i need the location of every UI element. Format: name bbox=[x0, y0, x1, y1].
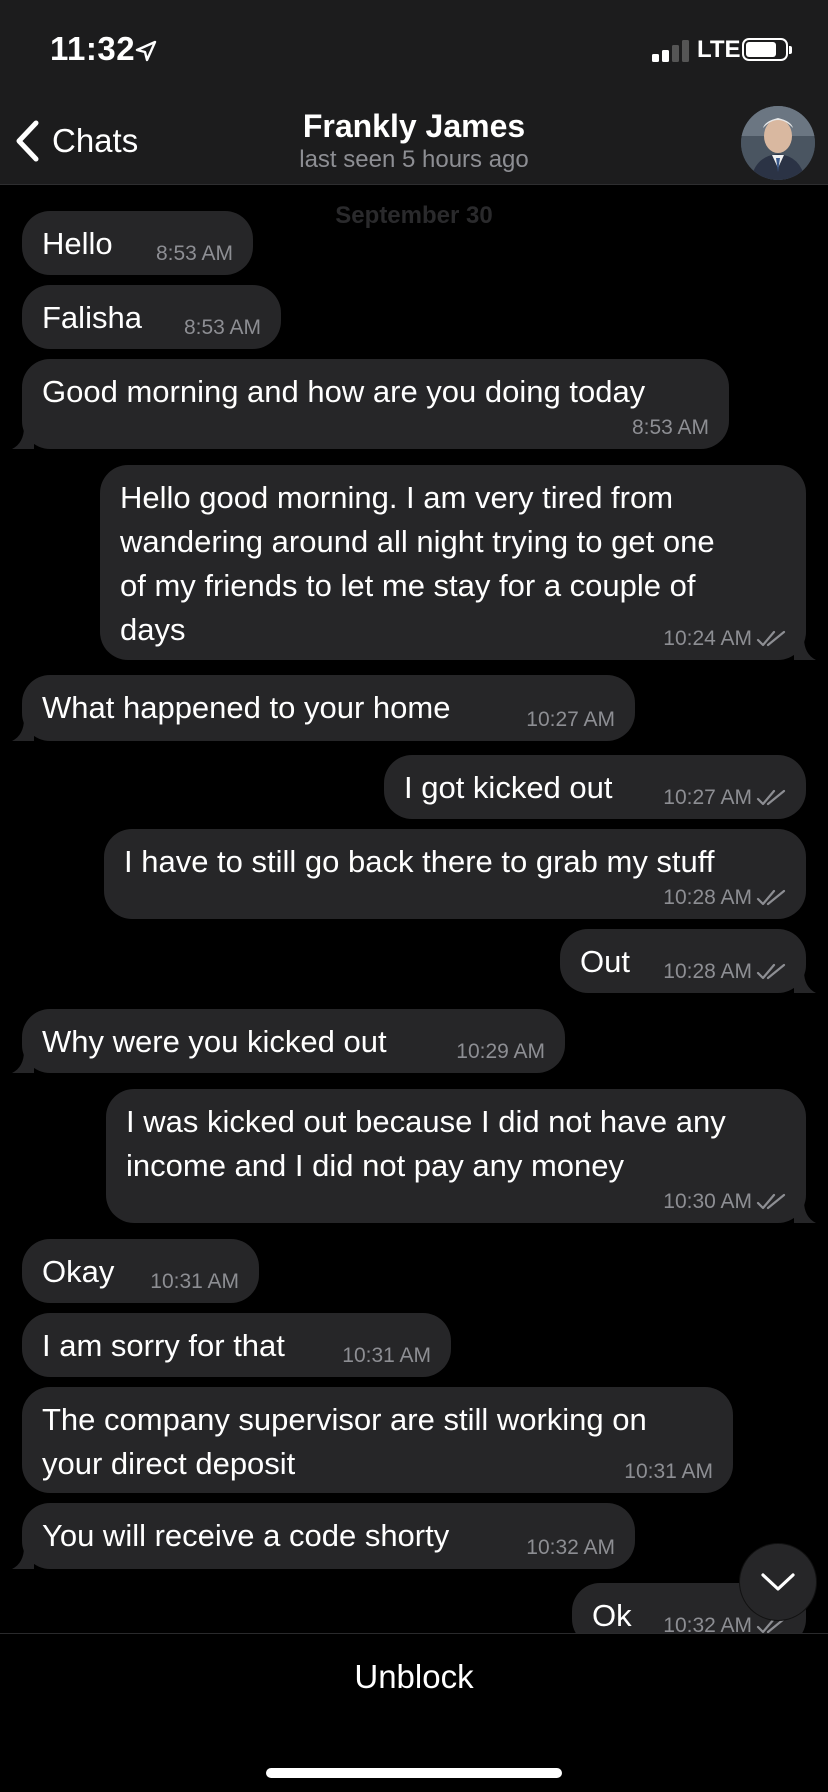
message-incoming[interactable]: What happened to your home 10:27 AM bbox=[12, 675, 635, 741]
message-time: 8:53 AM bbox=[155, 242, 233, 265]
message-incoming[interactable]: You will receive a code shorty 10:32 AM bbox=[12, 1503, 635, 1569]
message-outgoing[interactable]: I have to still go back there to grab my… bbox=[104, 829, 806, 919]
message-outgoing[interactable]: I was kicked out because I did not have … bbox=[106, 1089, 816, 1223]
message-time: 10:32 AM bbox=[526, 1536, 615, 1559]
read-checkmarks-icon bbox=[756, 630, 786, 647]
read-checkmarks-icon bbox=[756, 963, 786, 980]
status-bar: 11:32 LTE bbox=[0, 0, 828, 100]
message-time: 10:24 AM bbox=[663, 627, 752, 650]
bubble-tail bbox=[12, 427, 34, 449]
avatar[interactable] bbox=[741, 106, 815, 180]
message-text-line: The company supervisor are still working… bbox=[42, 1402, 647, 1437]
message-time: 8:53 AM bbox=[183, 316, 261, 339]
message-text: What happened to your home bbox=[42, 690, 451, 725]
message-text: Falisha bbox=[42, 300, 142, 335]
message-incoming[interactable]: Okay 10:31 AM bbox=[22, 1239, 259, 1303]
bubble-tail bbox=[794, 971, 816, 993]
message-text: Why were you kicked out bbox=[42, 1024, 387, 1059]
message-text-line: days bbox=[120, 612, 186, 647]
message-incoming[interactable]: Hello 8:53 AM bbox=[22, 211, 253, 275]
message-text-line: your direct deposit bbox=[42, 1446, 296, 1481]
message-text-line: of my friends to let me stay for a coupl… bbox=[120, 568, 696, 603]
network-label: LTE bbox=[697, 36, 741, 63]
unblock-button[interactable]: Unblock bbox=[0, 1658, 828, 1696]
message-time: 10:28 AM bbox=[663, 886, 752, 909]
message-text: Okay bbox=[42, 1254, 115, 1289]
bubble-tail bbox=[12, 719, 34, 741]
scroll-to-bottom-button[interactable] bbox=[740, 1544, 816, 1620]
message-incoming[interactable]: I am sorry for that 10:31 AM bbox=[22, 1313, 451, 1377]
message-time: 10:31 AM bbox=[342, 1344, 431, 1367]
last-seen-status: last seen 5 hours ago bbox=[299, 146, 529, 173]
message-text-line: I was kicked out because I did not have … bbox=[126, 1104, 726, 1139]
chat-screen: 11:32 LTE Chats Frankly James last seen … bbox=[0, 0, 828, 1792]
message-outgoing[interactable]: Out 10:28 AM bbox=[560, 929, 816, 993]
chevron-down-icon bbox=[761, 1573, 795, 1591]
read-checkmarks-icon bbox=[756, 1193, 786, 1210]
message-text: Good morning and how are you doing today bbox=[42, 374, 646, 409]
message-time: 10:31 AM bbox=[624, 1460, 713, 1483]
message-text: I am sorry for that bbox=[42, 1328, 285, 1363]
location-arrow-icon bbox=[135, 40, 157, 62]
message-time: 8:53 AM bbox=[631, 416, 709, 439]
message-time: 10:28 AM bbox=[663, 960, 752, 983]
message-time: 10:30 AM bbox=[663, 1190, 752, 1213]
home-indicator[interactable] bbox=[266, 1768, 562, 1778]
message-incoming[interactable]: Why were you kicked out 10:29 AM bbox=[12, 1009, 565, 1073]
message-outgoing[interactable]: Hello good morning. I am very tired from… bbox=[100, 465, 816, 660]
read-checkmarks-icon bbox=[756, 889, 786, 906]
message-incoming[interactable]: Falisha 8:53 AM bbox=[22, 285, 281, 349]
message-time: 10:29 AM bbox=[456, 1040, 545, 1063]
status-time: 11:32 bbox=[50, 30, 136, 67]
bubble-tail bbox=[794, 638, 816, 660]
bubble-tail bbox=[12, 1547, 34, 1569]
message-text-line: Hello good morning. I am very tired from bbox=[120, 480, 674, 515]
message-time: 10:27 AM bbox=[663, 786, 752, 809]
bottom-bar: Unblock bbox=[0, 1633, 828, 1792]
message-incoming[interactable]: Good morning and how are you doing today… bbox=[12, 359, 729, 449]
bubble-tail bbox=[12, 1051, 34, 1073]
message-incoming[interactable]: The company supervisor are still working… bbox=[22, 1387, 733, 1493]
message-text: Ok bbox=[592, 1598, 632, 1633]
chat-header: Chats Frankly James last seen 5 hours ag… bbox=[0, 100, 828, 185]
read-checkmarks-icon bbox=[756, 789, 786, 806]
message-text-line: wandering around all night trying to get… bbox=[120, 524, 715, 559]
message-text: I got kicked out bbox=[404, 770, 613, 805]
message-time: 10:31 AM bbox=[150, 1270, 239, 1293]
message-text: Out bbox=[580, 944, 630, 979]
battery-icon bbox=[742, 38, 792, 61]
message-time: 10:27 AM bbox=[526, 708, 615, 731]
chat-title[interactable]: Frankly James bbox=[0, 108, 828, 145]
message-text: You will receive a code shorty bbox=[42, 1518, 450, 1553]
message-text: Hello bbox=[42, 226, 113, 261]
bubble-tail bbox=[794, 1201, 816, 1223]
signal-icon bbox=[652, 38, 692, 62]
message-outgoing[interactable]: I got kicked out 10:27 AM bbox=[384, 755, 806, 819]
message-text: I have to still go back there to grab my… bbox=[124, 844, 715, 879]
message-text-line: income and I did not pay any money bbox=[126, 1148, 625, 1183]
